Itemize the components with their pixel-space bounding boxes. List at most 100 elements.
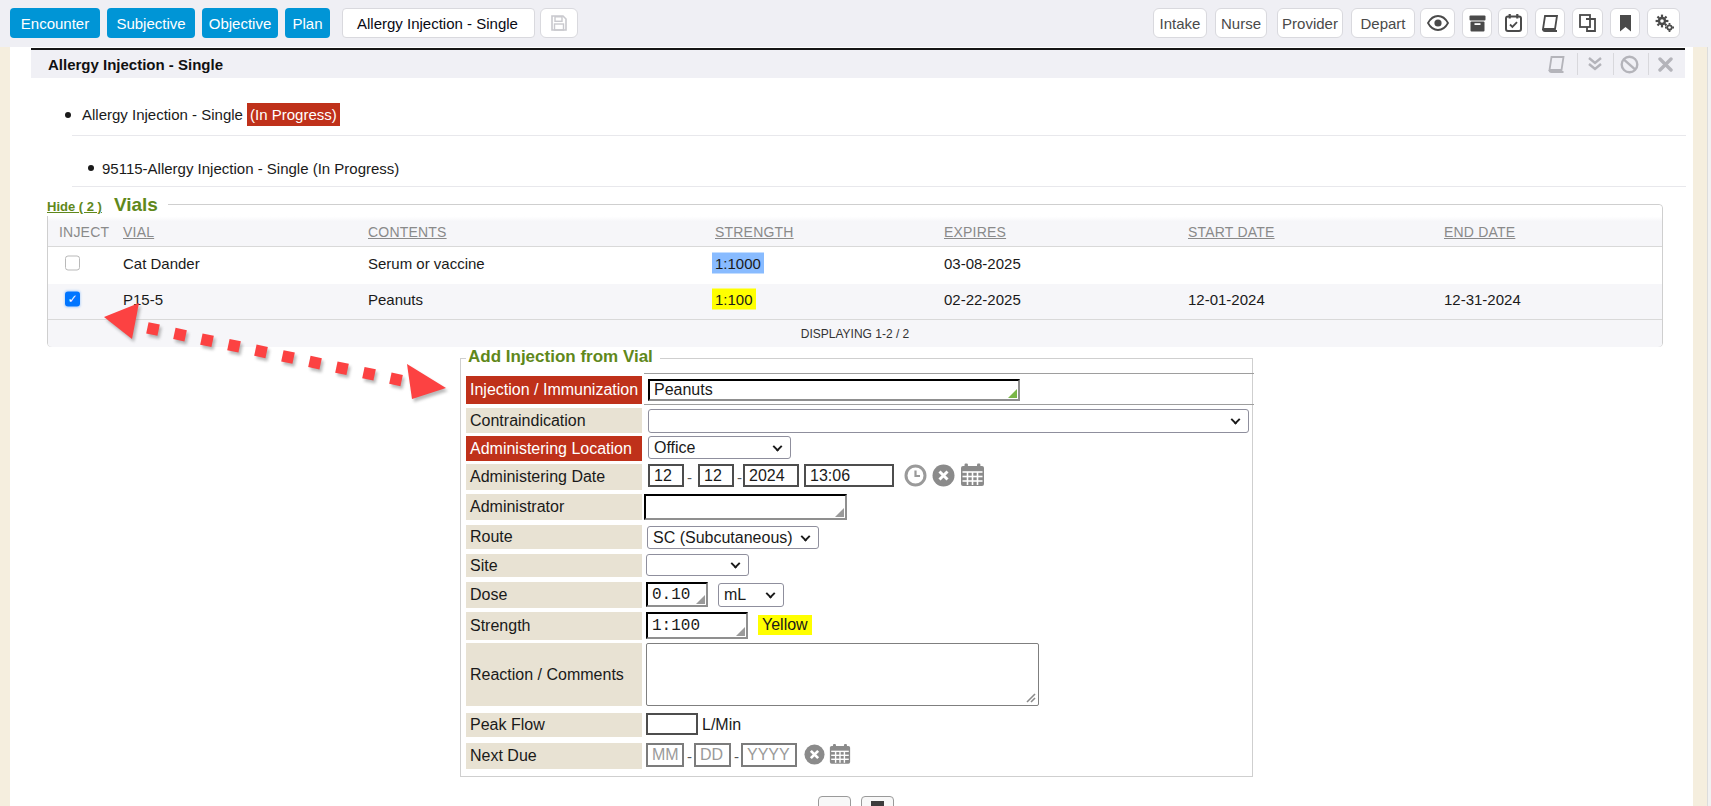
- dose-label: Dose: [466, 582, 642, 608]
- clock-icon: [904, 464, 927, 487]
- strength-color-note: Yellow: [758, 615, 812, 635]
- calendar-check-icon: [1505, 14, 1522, 32]
- bullet-dot-1: [65, 112, 71, 118]
- nurse-button[interactable]: Nurse: [1215, 8, 1267, 38]
- calendar-icon: [829, 743, 851, 765]
- subjective-button[interactable]: Subjective: [107, 8, 195, 38]
- col-strength[interactable]: STRENGTH: [715, 224, 794, 240]
- injection-input[interactable]: Peanuts: [648, 379, 1020, 401]
- ban-icon: [1620, 55, 1639, 74]
- vial-1-expires: 03-08-2025: [944, 255, 1021, 272]
- vial-2-start-date: 12-01-2024: [1188, 290, 1265, 307]
- vial-2-checkbox[interactable]: ✓: [65, 291, 80, 306]
- peak-flow-unit: L/Min: [702, 716, 741, 734]
- gears-icon: [1654, 14, 1674, 33]
- add-injection-form: Injection / Immunization Peanuts Contrai…: [460, 358, 1253, 777]
- date-day-input[interactable]: 12: [698, 464, 734, 487]
- clear-next-due-button[interactable]: [804, 744, 825, 765]
- col-start-date[interactable]: START DATE: [1188, 224, 1275, 240]
- vial-2-end-date: 12-31-2024: [1444, 290, 1521, 307]
- provider-button[interactable]: Provider: [1277, 8, 1343, 38]
- clear-date-button[interactable]: [932, 464, 955, 487]
- encounter-item-1-text: Allergy Injection - Single: [82, 106, 247, 123]
- vial-2-name: P15-5: [123, 290, 163, 307]
- site-select[interactable]: [646, 554, 749, 576]
- vial-1-checkbox[interactable]: [65, 256, 80, 271]
- next-due-label: Next Due: [466, 743, 642, 769]
- vial-2-contents: Peanuts: [368, 290, 423, 307]
- injection-immunization-label: Injection / Immunization: [466, 376, 642, 404]
- objective-button[interactable]: Objective: [202, 8, 278, 38]
- reaction-comments-textarea[interactable]: [646, 643, 1039, 706]
- col-vial[interactable]: VIAL: [123, 224, 154, 240]
- administering-location-select[interactable]: Office: [648, 436, 791, 459]
- eye-icon: [1427, 15, 1449, 31]
- divider-2: [72, 186, 1686, 187]
- calendar-button[interactable]: [1498, 8, 1528, 38]
- panel-title: Allergy Injection - Single: [48, 50, 223, 78]
- col-end-date[interactable]: END DATE: [1444, 224, 1515, 240]
- x-circle-icon: [804, 744, 825, 765]
- next-due-day-input[interactable]: DD: [694, 743, 731, 767]
- resize-grip-icon: [1026, 693, 1036, 703]
- book-button[interactable]: [1535, 8, 1565, 38]
- vial-1-contents: Serum or vaccine: [368, 255, 485, 272]
- peak-flow-label: Peak Flow: [466, 713, 642, 737]
- intake-button[interactable]: Intake: [1153, 8, 1207, 38]
- vials-title: Vials: [114, 194, 158, 216]
- date-calendar-button[interactable]: [960, 463, 985, 487]
- chevron-down-icon: [766, 589, 776, 599]
- bottom-button-2[interactable]: [861, 796, 894, 806]
- strength-input[interactable]: 1:100: [646, 612, 748, 639]
- left-edge-strip: [0, 47, 10, 806]
- panel-book-button[interactable]: [1537, 50, 1577, 78]
- vials-table-header: INJECT VIAL CONTENTS STRENGTH EXPIRES ST…: [48, 205, 1662, 247]
- vial-1-strength: 1:1000: [712, 255, 764, 272]
- dose-unit-select[interactable]: mL: [718, 583, 784, 607]
- date-year-input[interactable]: 2024: [743, 464, 799, 487]
- close-icon: [1658, 57, 1673, 72]
- visibility-button[interactable]: [1420, 8, 1455, 38]
- depart-button[interactable]: Depart: [1351, 8, 1415, 38]
- copy-icon: [1579, 14, 1597, 32]
- route-select[interactable]: SC (Subcutaneous): [647, 526, 819, 549]
- plan-button[interactable]: Plan: [285, 8, 330, 38]
- scrollbar-track[interactable]: [1707, 47, 1711, 806]
- encounter-button[interactable]: Encounter: [10, 8, 100, 38]
- resize-handle: [736, 627, 745, 636]
- col-contents[interactable]: CONTENTS: [368, 224, 447, 240]
- settings-button[interactable]: [1647, 8, 1680, 38]
- right-edge-strip: [1693, 47, 1707, 806]
- current-time-button[interactable]: [904, 464, 927, 487]
- administrator-input[interactable]: [644, 494, 847, 520]
- panel-disable-button[interactable]: [1617, 50, 1641, 78]
- copy-button[interactable]: [1572, 8, 1603, 38]
- save-button[interactable]: [540, 8, 578, 38]
- col-expires[interactable]: EXPIRES: [944, 224, 1006, 240]
- displaying-count: DISPLAYING 1-2 / 2: [801, 327, 910, 341]
- resize-handle: [835, 508, 844, 517]
- chevron-down-icon: [801, 531, 811, 541]
- site-label: Site: [466, 554, 642, 577]
- bottom-button-1[interactable]: [818, 796, 851, 806]
- bullet-dot-2: [88, 165, 94, 171]
- peak-flow-input[interactable]: [646, 713, 698, 735]
- date-time-input[interactable]: 13:06: [804, 464, 894, 487]
- resize-handle: [1008, 389, 1017, 398]
- panel-collapse-button[interactable]: [1583, 50, 1607, 78]
- archive-button[interactable]: [1462, 8, 1492, 38]
- contraindication-label: Contraindication: [466, 408, 642, 433]
- date-month-input[interactable]: 12: [648, 464, 684, 487]
- bookmark-button[interactable]: [1610, 8, 1640, 38]
- archive-icon: [1469, 15, 1486, 32]
- next-due-year-input[interactable]: YYYY: [741, 743, 797, 767]
- form-title-field[interactable]: Allergy Injection - Single: [342, 8, 535, 38]
- next-due-calendar-button[interactable]: [829, 743, 851, 765]
- panel-close-button[interactable]: [1653, 50, 1677, 78]
- col-inject: INJECT: [59, 224, 109, 240]
- chevron-down-icon: [1231, 415, 1241, 425]
- hide-vials-link[interactable]: Hide ( 2 ): [47, 199, 102, 214]
- contraindication-select[interactable]: [648, 409, 1249, 433]
- dose-input[interactable]: 0.10: [646, 582, 708, 607]
- next-due-month-input[interactable]: MM: [646, 743, 684, 767]
